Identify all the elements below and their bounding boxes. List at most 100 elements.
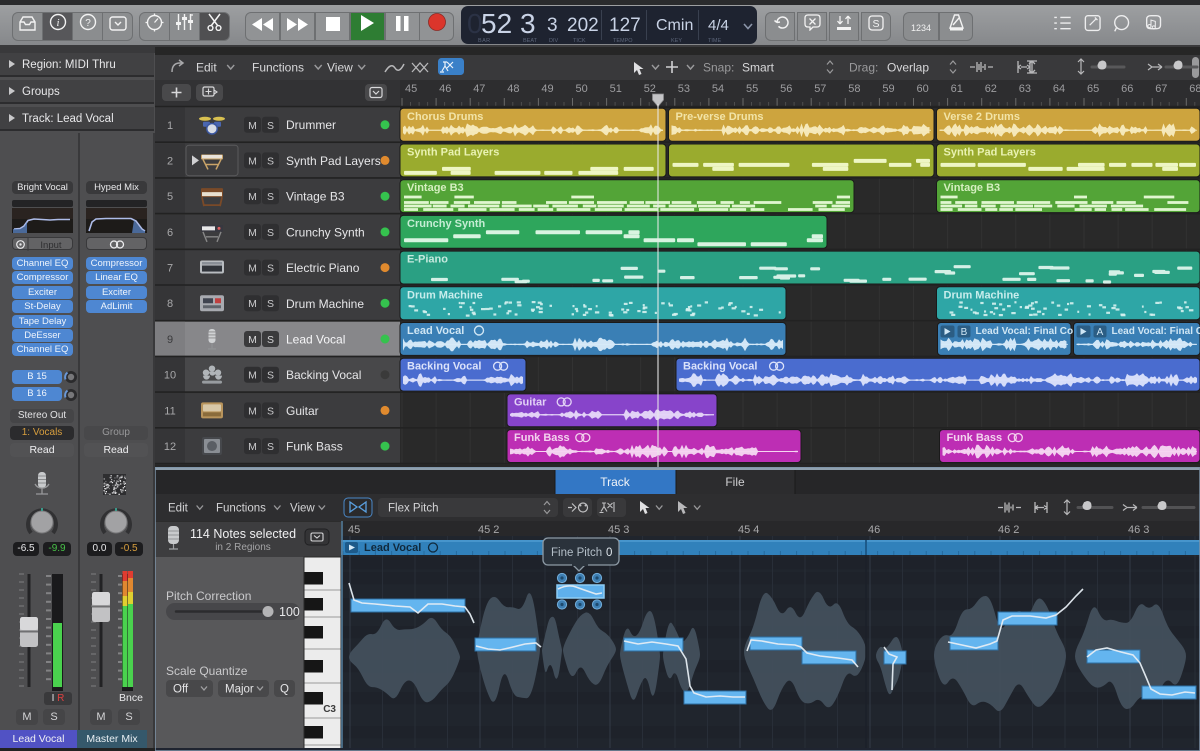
svg-text:6: 6 bbox=[167, 227, 173, 239]
svg-text:Backing Vocal: Backing Vocal bbox=[286, 368, 361, 382]
svg-text:Functions: Functions bbox=[216, 503, 266, 515]
svg-text:Lead Vocal: Final Co: Lead Vocal: Final Co bbox=[1112, 326, 1200, 337]
svg-text:S: S bbox=[267, 120, 274, 132]
svg-text:49: 49 bbox=[541, 83, 553, 95]
svg-text:Guitar: Guitar bbox=[286, 404, 319, 418]
svg-text:Vintage B3: Vintage B3 bbox=[407, 182, 464, 194]
svg-text:46 2: 46 2 bbox=[998, 524, 1019, 536]
svg-text:Edit: Edit bbox=[168, 503, 189, 515]
svg-text:1: 1 bbox=[167, 120, 173, 132]
svg-text:View: View bbox=[327, 61, 353, 75]
svg-text:114 Notes selected: 114 Notes selected bbox=[190, 527, 296, 541]
svg-text:55: 55 bbox=[746, 83, 758, 95]
svg-text:48: 48 bbox=[507, 83, 519, 95]
svg-text:47: 47 bbox=[473, 83, 485, 95]
svg-text:63: 63 bbox=[1019, 83, 1031, 95]
svg-text:8: 8 bbox=[167, 298, 173, 310]
svg-text:S: S bbox=[267, 405, 274, 417]
svg-text:66: 66 bbox=[1121, 83, 1133, 95]
svg-text:61: 61 bbox=[951, 83, 963, 95]
svg-text:i: i bbox=[56, 17, 59, 29]
svg-text:S: S bbox=[267, 441, 274, 453]
svg-text:S: S bbox=[267, 298, 274, 310]
svg-text:M: M bbox=[248, 441, 257, 453]
svg-text:Lead Vocal: Lead Vocal bbox=[286, 333, 345, 347]
svg-text:45 4: 45 4 bbox=[738, 524, 759, 536]
svg-text:Verse 2 Drums: Verse 2 Drums bbox=[944, 111, 1020, 123]
svg-text:56: 56 bbox=[780, 83, 792, 95]
svg-text:2: 2 bbox=[167, 155, 173, 167]
svg-text:53: 53 bbox=[678, 83, 690, 95]
svg-text:45: 45 bbox=[348, 524, 360, 536]
svg-text:Guitar: Guitar bbox=[514, 396, 547, 408]
svg-text:68: 68 bbox=[1189, 83, 1200, 95]
svg-text:67: 67 bbox=[1155, 83, 1167, 95]
svg-text:M: M bbox=[248, 405, 257, 417]
svg-text:64: 64 bbox=[1053, 83, 1065, 95]
svg-text:0: 0 bbox=[606, 547, 612, 559]
svg-text:Track: Track bbox=[600, 475, 631, 489]
svg-text:C3: C3 bbox=[323, 704, 336, 715]
svg-text:B: B bbox=[961, 327, 968, 338]
svg-text:Backing Vocal: Backing Vocal bbox=[683, 361, 757, 373]
svg-text:M: M bbox=[248, 191, 257, 203]
svg-text:Fine Pitch: Fine Pitch bbox=[551, 547, 602, 559]
svg-text:Scale Quantize: Scale Quantize bbox=[166, 664, 248, 678]
svg-text:S: S bbox=[872, 18, 879, 30]
svg-text:10: 10 bbox=[164, 370, 176, 382]
svg-text:Synth Pad Layers: Synth Pad Layers bbox=[286, 154, 381, 168]
svg-text:Smart: Smart bbox=[742, 61, 775, 75]
svg-text:Crunchy Synth: Crunchy Synth bbox=[407, 218, 486, 230]
svg-text:S: S bbox=[267, 263, 274, 275]
svg-text:A: A bbox=[1097, 327, 1104, 338]
svg-text:Drum Machine: Drum Machine bbox=[944, 289, 1020, 301]
svg-text:5: 5 bbox=[167, 191, 173, 203]
svg-text:Off: Off bbox=[173, 684, 189, 696]
svg-text:Synth Pad Layers: Synth Pad Layers bbox=[944, 147, 1036, 159]
svg-text:50: 50 bbox=[576, 83, 588, 95]
svg-text:Lead Vocal: Final Com: Lead Vocal: Final Com bbox=[976, 326, 1083, 337]
svg-text:Q: Q bbox=[280, 684, 289, 696]
svg-text:46: 46 bbox=[868, 524, 880, 536]
svg-text:S: S bbox=[267, 370, 274, 382]
svg-text:46: 46 bbox=[439, 83, 451, 95]
svg-text:60: 60 bbox=[917, 83, 929, 95]
svg-text:Pre-verse Drums: Pre-verse Drums bbox=[676, 111, 764, 123]
svg-text:Synth Pad Layers: Synth Pad Layers bbox=[407, 147, 499, 159]
svg-text:Flex Pitch: Flex Pitch bbox=[388, 503, 439, 515]
svg-text:Lead Vocal: Lead Vocal bbox=[407, 325, 464, 337]
svg-text:Crunchy Synth: Crunchy Synth bbox=[286, 225, 365, 239]
svg-text:Vintage B3: Vintage B3 bbox=[286, 190, 345, 204]
svg-text:45: 45 bbox=[405, 83, 417, 95]
svg-text:Functions: Functions bbox=[252, 61, 304, 75]
svg-text:View: View bbox=[290, 503, 315, 515]
svg-text:12: 12 bbox=[164, 441, 176, 453]
svg-text:E-Piano: E-Piano bbox=[407, 254, 448, 266]
svg-text:M: M bbox=[248, 120, 257, 132]
svg-text:?: ? bbox=[85, 18, 91, 29]
svg-text:45 3: 45 3 bbox=[608, 524, 629, 536]
svg-text:Major: Major bbox=[225, 684, 254, 696]
svg-text:Drummer: Drummer bbox=[286, 118, 336, 132]
svg-text:54: 54 bbox=[712, 83, 724, 95]
svg-text:S: S bbox=[267, 155, 274, 167]
svg-text:Pitch Correction: Pitch Correction bbox=[166, 589, 251, 603]
svg-text:11: 11 bbox=[164, 405, 175, 417]
svg-text:S: S bbox=[267, 334, 274, 346]
svg-text:62: 62 bbox=[985, 83, 997, 95]
svg-text:M: M bbox=[248, 334, 257, 346]
svg-text:in 2 Regions: in 2 Regions bbox=[215, 542, 271, 553]
svg-text:Drum Machine: Drum Machine bbox=[407, 289, 483, 301]
svg-text:S: S bbox=[267, 191, 274, 203]
svg-text:Lead Vocal: Lead Vocal bbox=[364, 542, 421, 554]
svg-text:Edit: Edit bbox=[196, 61, 217, 75]
svg-text:M: M bbox=[248, 227, 257, 239]
svg-text:7: 7 bbox=[167, 263, 173, 275]
svg-text:59: 59 bbox=[882, 83, 894, 95]
svg-text:M: M bbox=[248, 298, 257, 310]
svg-text:Backing Vocal: Backing Vocal bbox=[407, 361, 481, 373]
svg-text:M: M bbox=[248, 263, 257, 275]
svg-text:Vintage B3: Vintage B3 bbox=[944, 182, 1001, 194]
svg-text:M: M bbox=[248, 155, 257, 167]
svg-text:Snap:: Snap: bbox=[703, 61, 734, 75]
